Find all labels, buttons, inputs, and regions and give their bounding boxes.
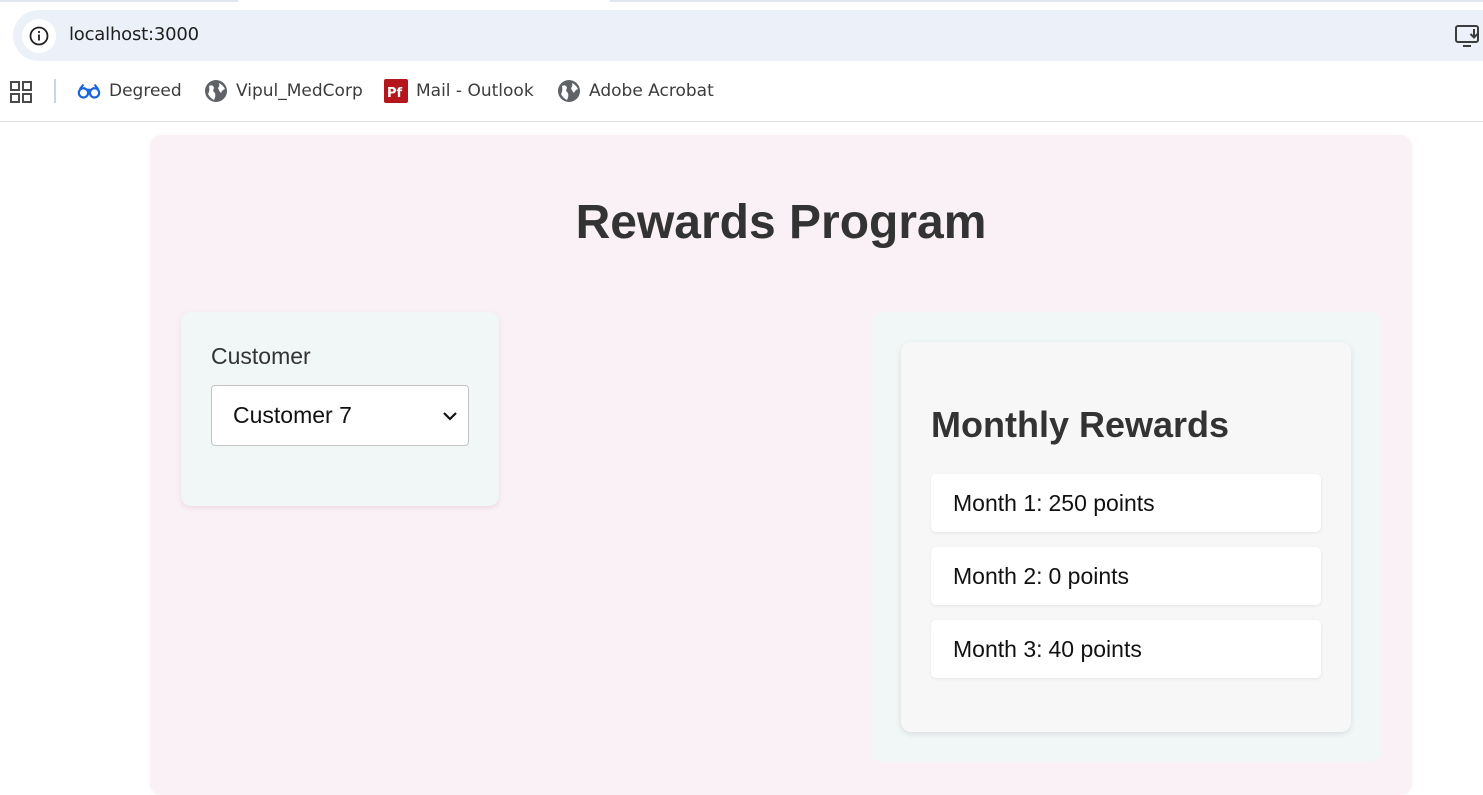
install-app-icon[interactable] bbox=[1454, 23, 1482, 49]
tab-strip-segment bbox=[610, 0, 1483, 2]
glasses-icon bbox=[77, 79, 101, 103]
bookmark-degreed[interactable]: Degreed bbox=[77, 78, 182, 104]
tab-strip-segment bbox=[0, 0, 238, 2]
globe-icon bbox=[204, 79, 228, 103]
bookmark-label: Adobe Acrobat bbox=[589, 81, 714, 101]
pdf-icon: Pf bbox=[384, 79, 408, 103]
month-label: Month 3: bbox=[953, 635, 1043, 662]
rewards-panel: Monthly Rewards Month 1: 250 points Mont… bbox=[871, 312, 1381, 762]
monthly-rewards-title: Monthly Rewards bbox=[931, 404, 1230, 445]
rewards-app-container: Rewards Program Customer Customer 7 Mont… bbox=[150, 135, 1412, 795]
monthly-rewards-card: Monthly Rewards Month 1: 250 points Mont… bbox=[901, 342, 1351, 732]
bookmark-label: Vipul_MedCorp bbox=[236, 81, 363, 101]
month-points: 250 points bbox=[1048, 489, 1155, 516]
month-label: Month 2: bbox=[953, 562, 1043, 589]
globe-icon bbox=[557, 79, 581, 103]
tab-strip-edge bbox=[0, 0, 1483, 10]
customer-panel: Customer Customer 7 bbox=[181, 312, 499, 506]
address-bar[interactable]: localhost:3000 bbox=[13, 10, 1483, 61]
customer-label: Customer bbox=[211, 343, 311, 369]
bookmark-label: Degreed bbox=[109, 81, 182, 101]
bookmark-label: Mail - Outlook bbox=[416, 81, 534, 101]
chevron-down-icon bbox=[443, 412, 457, 421]
month-reward-item: Month 1: 250 points bbox=[931, 474, 1321, 532]
month-points: 40 points bbox=[1048, 635, 1142, 662]
bookmark-adobe-acrobat[interactable]: Adobe Acrobat bbox=[557, 78, 714, 104]
bookmark-mail-outlook[interactable]: Pf Mail - Outlook bbox=[384, 78, 534, 104]
bookmarks-divider bbox=[54, 79, 56, 103]
page-title: Rewards Program bbox=[575, 196, 987, 249]
customer-select[interactable]: Customer 7 bbox=[211, 385, 469, 446]
svg-text:Pf: Pf bbox=[387, 86, 403, 101]
bookmarks-bar: Degreed Vipul_MedCorp Pf Mail - Outlook bbox=[0, 61, 1483, 122]
bookmark-vipul-medcorp[interactable]: Vipul_MedCorp bbox=[204, 78, 363, 104]
month-label: Month 1: bbox=[953, 489, 1043, 516]
customer-select-value: Customer 7 bbox=[233, 402, 352, 428]
info-icon bbox=[29, 26, 49, 46]
month-reward-item: Month 3: 40 points bbox=[931, 620, 1321, 678]
url-text[interactable]: localhost:3000 bbox=[69, 24, 199, 45]
site-info-button[interactable] bbox=[22, 19, 56, 53]
month-points: 0 points bbox=[1048, 562, 1130, 589]
apps-grid-icon[interactable] bbox=[10, 81, 32, 103]
month-reward-item: Month 2: 0 points bbox=[931, 547, 1321, 605]
